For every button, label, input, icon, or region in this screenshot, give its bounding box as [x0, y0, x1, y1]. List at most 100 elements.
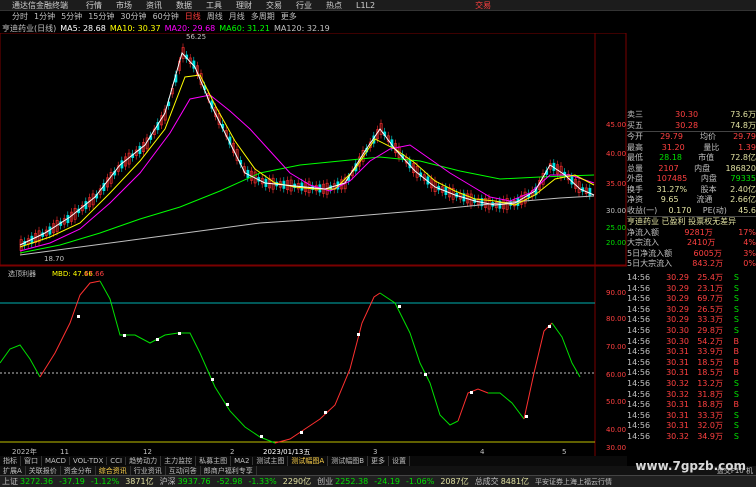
tab-main-monitor[interactable]: 主力监控	[161, 456, 197, 466]
tick-t: 14:56	[627, 294, 651, 304]
menu-item-l1l2[interactable]: L1L2	[356, 1, 375, 10]
sz-index-name[interactable]: 沪深	[160, 476, 176, 487]
sz-index-pct: -1.33%	[248, 477, 277, 486]
period-multi[interactable]: 多周期	[251, 11, 275, 22]
tab-ma2[interactable]: MA2	[231, 457, 254, 465]
cy-index-name[interactable]: 创业	[317, 476, 333, 487]
tab-benefits[interactable]: 郎商户福利专享	[201, 465, 257, 476]
tab-vol[interactable]: VOL-TDX	[70, 457, 108, 465]
low-price-label: 18.70	[44, 255, 64, 263]
total-label: 总成交	[474, 477, 499, 486]
tick-t: 14:56	[627, 368, 651, 378]
period-weekly[interactable]: 周线	[207, 11, 223, 22]
period-more[interactable]: 更多	[281, 11, 297, 22]
price-tick-40: 40.00	[606, 150, 626, 158]
tab-industry-news[interactable]: 行业资讯	[131, 465, 166, 476]
candle-panel-frame	[0, 33, 627, 266]
period-30min[interactable]: 30分钟	[120, 11, 146, 22]
tick-p: 30.29	[666, 315, 689, 325]
tab-expand[interactable]: 扩展A	[0, 465, 26, 476]
osc-tick-80: 80.00	[606, 315, 626, 323]
menu-item-data[interactable]: 数据	[176, 0, 192, 11]
price-tick-45: 45.00	[606, 121, 626, 129]
tick-list[interactable]: 14:56 30.29 25.4万 S 14:56 30.29 23.1万 S 14:56 30.…	[627, 273, 756, 443]
tab-test-main[interactable]: 测试主图	[253, 456, 289, 466]
flow-row: 大宗流入 2410万 4%	[627, 238, 756, 247]
period-15min[interactable]: 15分钟	[88, 11, 114, 22]
osc-line-seg-5	[379, 292, 459, 426]
stat-row: 最高 31.20 量比 1.39	[627, 142, 756, 152]
sh-index-change: -37.19	[59, 477, 85, 486]
tick-row: 14:56 30.29 26.5万 S	[627, 305, 756, 316]
indicator-tabs: 指标 窗口 MACD VOL-TDX CCI 趋势动力 主力监控 私募主图 MA…	[0, 456, 627, 466]
ma5-line	[19, 52, 595, 246]
menu-item-industry[interactable]: 行业	[296, 0, 312, 11]
tick-v: 29.8万	[697, 325, 723, 335]
tick-row: 14:56 30.31 18.5万 B	[627, 358, 756, 369]
period-daily[interactable]: 日线	[185, 11, 201, 22]
period-60min[interactable]: 60分钟	[153, 11, 179, 22]
tab-qa[interactable]: 互动问答	[166, 465, 201, 476]
tick-p: 30.31	[666, 357, 689, 367]
tick-row: 14:56 30.29 33.3万 S	[627, 315, 756, 326]
menu-item-hot[interactable]: 热点	[326, 0, 342, 11]
date-label-2022: 2022年	[12, 447, 37, 456]
menu-item-tools[interactable]: 工具	[206, 0, 222, 11]
stat-row: 净资 9.65 流通 2.66亿	[627, 195, 756, 204]
cy-index-pct: -1.06%	[406, 477, 435, 486]
cy-index-amount: 2087亿	[440, 477, 469, 486]
price-tick-30: 30.00	[606, 207, 626, 215]
period-intraday[interactable]: 分时	[12, 11, 28, 22]
indicator-value-2: 47.66	[84, 270, 105, 278]
bid-row: 买五 30.28 74.8万	[627, 120, 756, 130]
tab-related-quote[interactable]: 关联报价	[26, 465, 61, 476]
tick-p: 30.30	[666, 325, 689, 335]
osc-tick-90: 90.00	[606, 289, 626, 297]
trade-button[interactable]: 交易	[475, 0, 491, 11]
date-label-2: 2	[230, 448, 234, 456]
tab-news[interactable]: 综合资讯	[96, 465, 131, 476]
osc-tick-30: 30.00	[606, 444, 626, 452]
tick-s: B	[733, 336, 740, 346]
tab-more[interactable]: 更多	[368, 456, 390, 466]
menu-item-news[interactable]: 资讯	[146, 0, 162, 11]
date-label-5: 5	[562, 448, 566, 456]
chart-area[interactable]: 45.00 40.00 35.00 30.00 25.00 20.00 56.2…	[0, 33, 627, 456]
status-bar: 上证 3272.36 -37.19 -1.12% 3871亿 沪深 3937.7…	[0, 475, 756, 487]
tick-s: S	[733, 283, 739, 293]
tick-row: 14:56 30.32 13.2万 S	[627, 379, 756, 390]
menu-item-trade[interactable]: 交易	[266, 0, 282, 11]
tab-fund-dist[interactable]: 资金分布	[61, 465, 96, 476]
tab-macd[interactable]: MACD	[42, 457, 70, 465]
tick-row: 14:56 30.31 18.5万 B	[627, 368, 756, 379]
tab-window[interactable]: 窗口	[21, 456, 42, 466]
tick-row: 14:56 30.32 34.9万 S	[627, 432, 756, 443]
menu-item-finance[interactable]: 理财	[236, 0, 252, 11]
tab-indicator[interactable]: 指标	[0, 456, 21, 466]
ma10-line	[19, 74, 595, 248]
period-monthly[interactable]: 月线	[229, 11, 245, 22]
period-1min[interactable]: 1分钟	[34, 11, 55, 22]
tab-test-sub-b[interactable]: 测试幅图B	[328, 456, 369, 466]
tab-test-sub-a[interactable]: 测试幅图A	[288, 456, 329, 466]
tab-private-main[interactable]: 私募主图	[196, 456, 232, 466]
menu-item-market[interactable]: 行情	[86, 0, 102, 11]
tab-trend[interactable]: 趋势动力	[126, 456, 162, 466]
tick-row: 14:56 30.29 25.4万 S	[627, 273, 756, 284]
tick-t: 14:56	[627, 431, 651, 441]
tab-settings[interactable]: 设置	[389, 456, 411, 466]
quote-panel: 卖三 30.30 73.6万 买五 30.28 74.8万 今开 29.79 均价 2…	[627, 110, 756, 270]
menu-item-market2[interactable]: 市场	[116, 0, 132, 11]
company-info[interactable]: 亨迪药业 已盈利 投票权无差异	[627, 217, 756, 228]
tick-row: 14:56 30.31 18.8万 B	[627, 400, 756, 411]
tick-p: 30.29	[666, 273, 689, 282]
tick-row: 14:56 30.30 54.2万 B	[627, 337, 756, 348]
period-5min[interactable]: 5分钟	[61, 11, 82, 22]
date-label-cursor: 2023/01/13五	[263, 448, 310, 456]
tab-cci[interactable]: CCI	[107, 457, 127, 465]
tick-t: 14:56	[627, 336, 651, 346]
tick-p: 30.31	[666, 421, 689, 431]
ma60-value: MA60: 31.21	[219, 23, 270, 33]
tick-s: B	[733, 347, 740, 357]
sh-index-name[interactable]: 上证	[2, 476, 18, 487]
